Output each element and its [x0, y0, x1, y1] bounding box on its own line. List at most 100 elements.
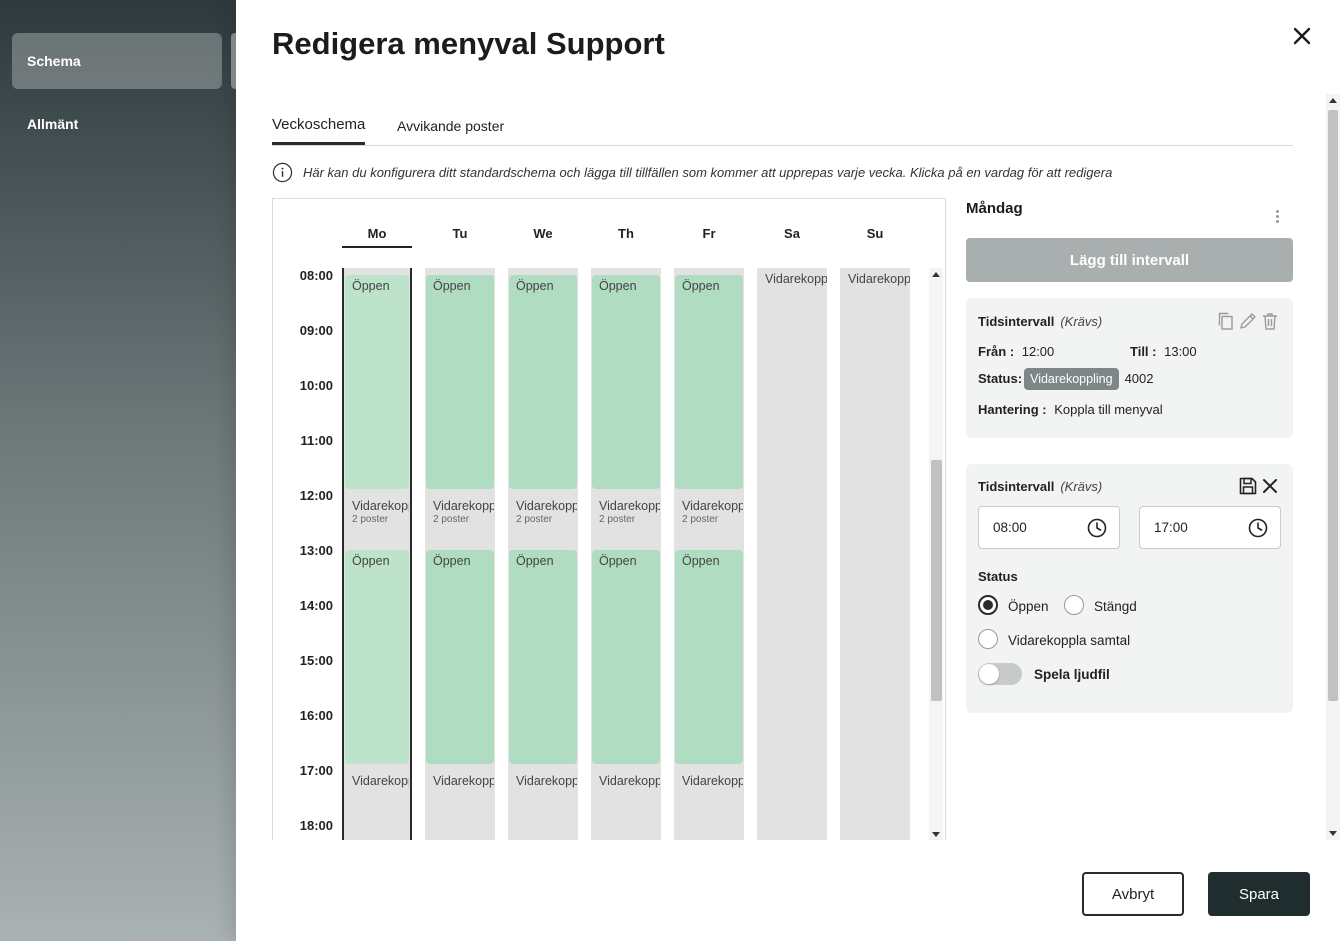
day-header-su[interactable]: Su	[840, 226, 910, 241]
radio-open[interactable]	[978, 595, 998, 615]
day-header-tu[interactable]: Tu	[425, 226, 495, 241]
forward-block[interactable]: Vidarekoppling2 poster	[509, 495, 577, 543]
forward-block[interactable]: Vidarekoppling	[757, 268, 827, 290]
interval-card-saved: Tidsintervall (Krävs) Från : 12:00 Till :…	[966, 298, 1293, 438]
block-label: Öppen	[682, 554, 720, 568]
from-time-input[interactable]: 08:00	[978, 506, 1120, 549]
day-header-we[interactable]: We	[508, 226, 578, 241]
forward-block[interactable]: Vidarekoppling	[509, 770, 577, 840]
open-block[interactable]: Öppen	[345, 550, 409, 764]
day-column-we[interactable]: Öppen Vidarekoppling2 poster Öppen Vidar…	[508, 268, 578, 840]
open-block[interactable]: Öppen	[675, 550, 743, 764]
time-label: 08:00	[299, 268, 333, 283]
day-header-sa[interactable]: Sa	[757, 226, 827, 241]
handling-value: Koppla till menyval	[1054, 402, 1163, 417]
tab-avvikande-poster[interactable]: Avvikande poster	[397, 118, 504, 134]
copy-icon[interactable]	[1216, 311, 1236, 331]
day-column-fr[interactable]: Öppen Vidarekoppling2 poster Öppen Vidar…	[674, 268, 744, 840]
forward-block[interactable]: Vidarekoppling	[840, 268, 910, 290]
block-label: Öppen	[433, 279, 471, 293]
block-label: Öppen	[682, 279, 720, 293]
day-header-th[interactable]: Th	[591, 226, 661, 241]
interval-card-editing: Tidsintervall (Krävs) 08:00 17:00 Status	[966, 464, 1293, 713]
open-block[interactable]: Öppen	[509, 275, 577, 489]
radio-forward[interactable]	[978, 629, 998, 649]
scroll-up-arrow-icon[interactable]	[932, 272, 940, 277]
day-header-mo[interactable]: Mo	[342, 226, 412, 248]
block-label: Öppen	[599, 554, 637, 568]
scroll-up-arrow-icon[interactable]	[1329, 98, 1337, 103]
drawer-scroll-thumb[interactable]	[1328, 110, 1338, 701]
delete-trash-icon[interactable]	[1260, 311, 1280, 331]
radio-closed-label[interactable]: Stängd	[1094, 599, 1137, 614]
open-block[interactable]: Öppen	[675, 275, 743, 489]
side-navigation: Schema Allmänt	[0, 0, 236, 941]
scroll-down-arrow-icon[interactable]	[1329, 831, 1337, 836]
forward-block[interactable]: Vidarekoppling2 poster	[345, 495, 409, 543]
forward-block[interactable]: Vidarekoppling	[675, 770, 743, 840]
open-block[interactable]: Öppen	[592, 275, 660, 489]
interval-title: Tidsintervall	[978, 314, 1055, 329]
required-hint: (Krävs)	[1060, 314, 1103, 329]
add-interval-button[interactable]: Lägg till intervall	[966, 238, 1293, 282]
block-label: Vidarekoppling	[682, 774, 743, 788]
interval-card-heading: Tidsintervall (Krävs)	[978, 314, 1102, 329]
from-row: Från : 12:00	[978, 344, 1055, 359]
from-time-value: 08:00	[993, 520, 1027, 535]
required-hint: (Krävs)	[1060, 479, 1103, 494]
to-time-input[interactable]: 17:00	[1139, 506, 1281, 549]
scroll-down-arrow-icon[interactable]	[932, 832, 940, 837]
block-label: Öppen	[352, 554, 390, 568]
close-icon[interactable]	[1290, 24, 1314, 48]
open-block[interactable]: Öppen	[345, 275, 409, 489]
block-label: Vidarekoppling	[516, 774, 577, 788]
cancel-x-icon[interactable]	[1260, 476, 1280, 496]
time-label: 12:00	[299, 488, 333, 503]
open-block[interactable]: Öppen	[426, 275, 494, 489]
forward-block[interactable]: Vidarekoppling2 poster	[675, 495, 743, 543]
block-label: Vidarekoppling	[433, 774, 494, 788]
day-column-th[interactable]: Öppen Vidarekoppling2 poster Öppen Vidar…	[591, 268, 661, 840]
block-label: Öppen	[599, 279, 637, 293]
day-column-su[interactable]: Vidarekoppling	[840, 268, 910, 840]
forward-block[interactable]: Vidarekoppling	[426, 770, 494, 840]
week-calendar: Mo Tu We Th Fr Sa Su 08:00 09:00 10:00 1…	[272, 198, 946, 840]
block-label: Vidarekoppling	[516, 499, 577, 513]
block-label: Vidarekoppling	[352, 774, 409, 788]
open-block[interactable]: Öppen	[426, 550, 494, 764]
drawer-scrollbar[interactable]	[1326, 94, 1340, 840]
clock-icon[interactable]	[1086, 517, 1108, 539]
day-column-mo[interactable]: Öppen Vidarekoppling2 poster Öppen Vidar…	[342, 268, 412, 840]
to-row: Till : 13:00	[1130, 344, 1197, 359]
radio-forward-label[interactable]: Vidarekoppla samtal	[1008, 633, 1130, 648]
tab-veckoschema[interactable]: Veckoschema	[272, 116, 366, 145]
radio-closed[interactable]	[1064, 595, 1084, 615]
block-sublabel: 2 poster	[682, 514, 719, 525]
cancel-button[interactable]: Avbryt	[1082, 872, 1184, 916]
drawer-title: Redigera menyval Support	[272, 26, 665, 61]
save-button[interactable]: Spara	[1208, 872, 1310, 916]
nav-item-schema[interactable]: Schema	[12, 33, 222, 89]
forward-block[interactable]: Vidarekoppling2 poster	[592, 495, 660, 543]
to-label: Till	[1130, 344, 1149, 359]
tab-bar: Veckoschema Avvikande poster	[272, 106, 1293, 146]
radio-open-label[interactable]: Öppen	[1008, 599, 1049, 614]
calendar-scrollbar[interactable]	[929, 268, 943, 840]
open-block[interactable]: Öppen	[592, 550, 660, 764]
day-column-tu[interactable]: Öppen Vidarekoppling2 poster Öppen Vidar…	[425, 268, 495, 840]
day-column-sa[interactable]: Vidarekoppling	[757, 268, 827, 840]
forward-block[interactable]: Vidarekoppling	[345, 770, 409, 840]
clock-icon[interactable]	[1247, 517, 1269, 539]
day-header-fr[interactable]: Fr	[674, 226, 744, 241]
forward-block[interactable]: Vidarekoppling	[592, 770, 660, 840]
edit-pencil-icon[interactable]	[1238, 311, 1258, 331]
play-audio-toggle[interactable]	[978, 663, 1022, 685]
nav-item-allmant[interactable]: Allmänt	[12, 96, 222, 152]
calendar-scroll-thumb[interactable]	[931, 460, 942, 701]
status-heading: Status	[978, 569, 1018, 584]
more-options-icon[interactable]	[1274, 210, 1280, 226]
save-floppy-icon[interactable]	[1238, 476, 1258, 496]
forward-block[interactable]: Vidarekoppling2 poster	[426, 495, 494, 543]
handling-row: Hantering : Koppla till menyval	[978, 402, 1163, 417]
open-block[interactable]: Öppen	[509, 550, 577, 764]
